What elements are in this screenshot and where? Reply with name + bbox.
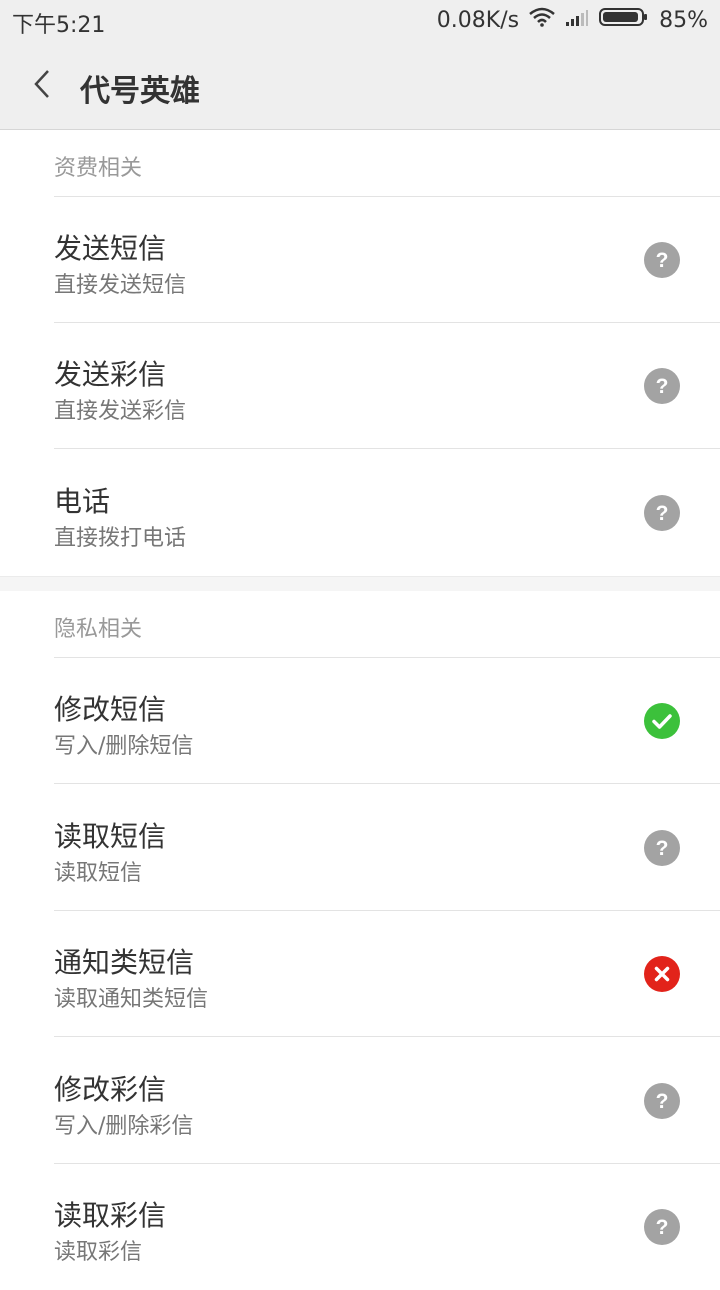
svg-text:?: ? [656, 1216, 669, 1239]
row-subtitle: 读取短信 [54, 861, 143, 886]
row-subtitle: 读取通知类短信 [54, 987, 209, 1012]
row-title: 发送彩信 [54, 358, 167, 391]
svg-text:?: ? [656, 837, 669, 860]
question-icon[interactable]: ? [644, 495, 680, 531]
svg-text:?: ? [656, 1090, 669, 1113]
battery-level: 85% [659, 7, 708, 33]
page-title: 代号英雄 [80, 74, 200, 109]
question-icon[interactable]: ? [644, 368, 680, 404]
row-title: 发送短信 [54, 232, 167, 265]
row-title: 读取彩信 [54, 1199, 167, 1232]
row-title: 电话 [54, 485, 111, 518]
divider [54, 448, 720, 449]
question-icon[interactable]: ? [644, 1209, 680, 1245]
section-header-privacy: 隐私相关 [0, 591, 720, 658]
svg-text:?: ? [656, 375, 669, 398]
svg-text:?: ? [656, 249, 669, 272]
svg-text:?: ? [656, 502, 669, 525]
permission-row-notification-sms[interactable]: 通知类短信 读取通知类短信 [0, 911, 720, 1037]
row-title: 修改短信 [54, 693, 167, 726]
divider [54, 783, 720, 784]
close-icon[interactable] [644, 956, 680, 992]
row-subtitle: 直接发送彩信 [54, 399, 187, 424]
permission-row-read-mms[interactable]: 读取彩信 读取彩信 ? [0, 1164, 720, 1290]
question-icon[interactable]: ? [644, 830, 680, 866]
row-title: 通知类短信 [54, 946, 195, 979]
question-icon[interactable]: ? [644, 1083, 680, 1119]
permission-row-phone-call[interactable]: 电话 直接拨打电话 ? [0, 450, 720, 576]
row-title: 修改彩信 [54, 1073, 167, 1106]
question-icon[interactable]: ? [644, 242, 680, 278]
row-subtitle: 读取彩信 [54, 1240, 143, 1265]
status-time: 下午5:21 [12, 13, 106, 38]
row-subtitle: 写入/删除彩信 [54, 1114, 194, 1139]
permission-row-modify-sms[interactable]: 修改短信 写入/删除短信 [0, 658, 720, 784]
app-bar: 代号英雄 [0, 42, 720, 130]
back-button[interactable] [22, 64, 62, 108]
status-right: 0.08K/s 85% [437, 7, 708, 33]
signal-icon [565, 8, 589, 33]
row-subtitle: 写入/删除短信 [54, 734, 194, 759]
section-gap [0, 576, 720, 592]
row-subtitle: 直接发送短信 [54, 273, 187, 298]
battery-icon [599, 7, 649, 33]
row-title: 读取短信 [54, 820, 167, 853]
net-speed: 0.08K/s [436, 7, 520, 33]
permission-row-modify-mms[interactable]: 修改彩信 写入/删除彩信 ? [0, 1038, 720, 1164]
section-header-fees: 资费相关 [0, 130, 720, 197]
section-title: 隐私相关 [54, 617, 143, 642]
wifi-icon [529, 7, 555, 33]
section-title: 资费相关 [54, 156, 143, 181]
permission-row-send-sms[interactable]: 发送短信 直接发送短信 ? [0, 197, 720, 323]
permission-row-read-sms[interactable]: 读取短信 读取短信 ? [0, 785, 720, 911]
status-bar: 下午5:21 0.08K/s 85% [0, 0, 720, 42]
chevron-left-icon [32, 68, 52, 104]
divider [54, 1036, 720, 1037]
row-subtitle: 直接拨打电话 [54, 526, 187, 551]
check-icon[interactable] [644, 703, 680, 739]
permission-row-send-mms[interactable]: 发送彩信 直接发送彩信 ? [0, 323, 720, 449]
